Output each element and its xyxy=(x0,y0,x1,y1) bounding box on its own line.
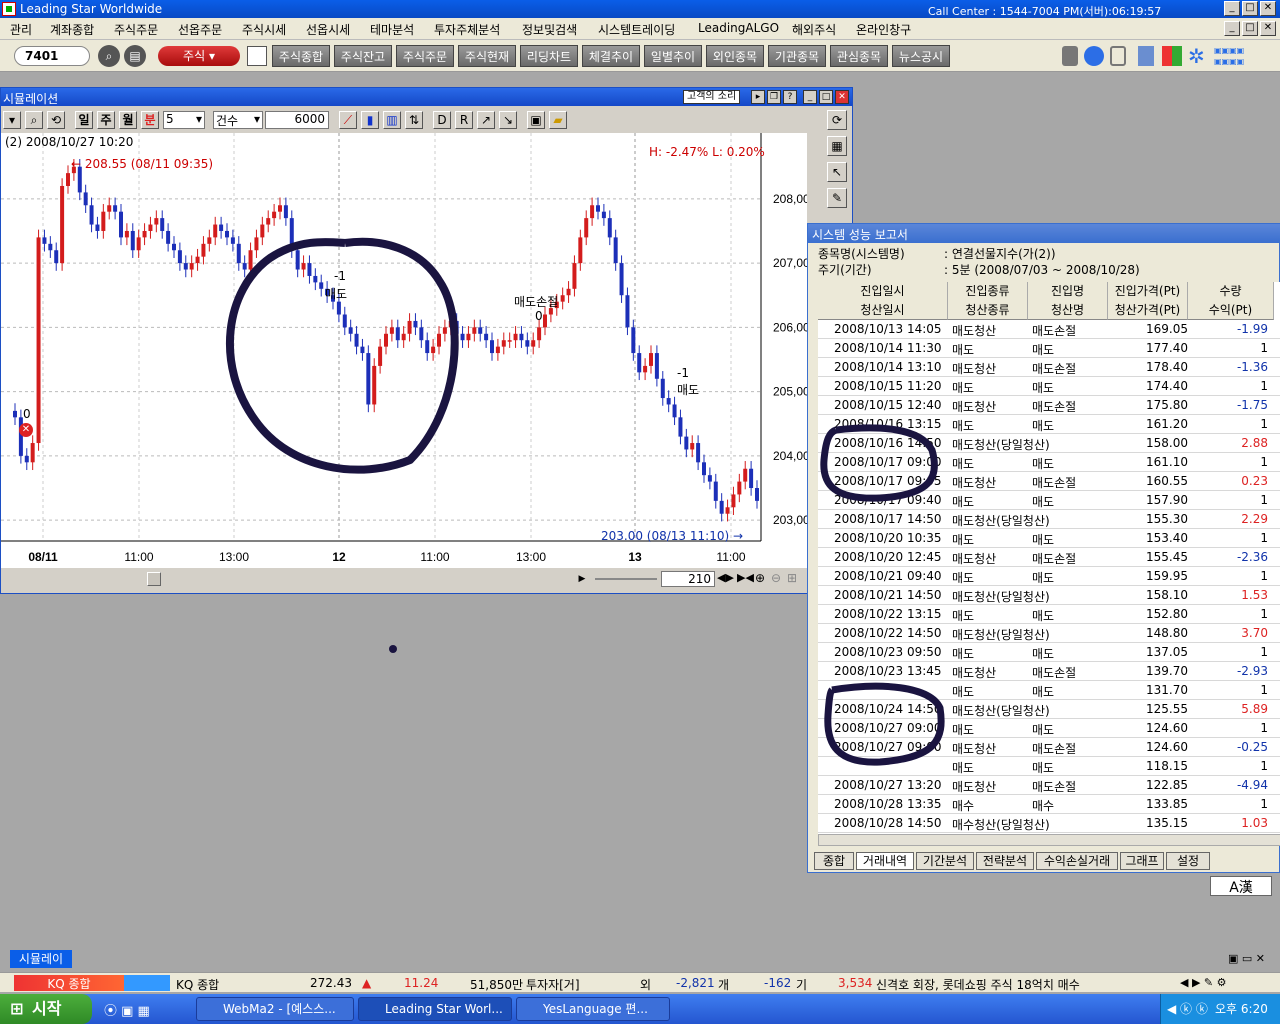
kq-change: 11.24 xyxy=(404,976,439,990)
kq-volume: 51,850만 xyxy=(470,978,524,992)
start-button[interactable]: ⊞ 시작 xyxy=(0,994,92,1024)
market-ticker: KQ 종합 KQ 종합 272.43 ▲ 11.24 51,850만 투자자[거… xyxy=(0,972,1280,992)
hand-drawn-circle xyxy=(226,237,459,474)
investor-label: 투자자[거] xyxy=(526,978,580,992)
foreign-value: -2,821 xyxy=(676,976,715,990)
taskbar: ⊞ 시작 ⦿ ▣ ▦ WebMa2 - [예스스... Leading Star … xyxy=(0,994,1280,1024)
tray-icons[interactable]: ◀ ⓚ ⓚ xyxy=(1167,994,1208,1024)
unit-label: 개 xyxy=(718,978,730,992)
system-tray: ◀ ⓚ ⓚ 오후 6:20 xyxy=(1160,994,1280,1024)
up-triangle-icon: ▲ xyxy=(362,976,372,990)
kq-name: KQ 종합 xyxy=(176,978,220,992)
annotation-layer xyxy=(226,237,945,766)
quick-launch-icons[interactable]: ⦿ ▣ ▦ xyxy=(104,1000,150,1019)
start-label: 시작 xyxy=(32,999,62,1018)
kq-value: 272.43 xyxy=(310,976,352,990)
kq-bar xyxy=(124,975,170,991)
sim-window-tab[interactable]: 시뮬레이 xyxy=(10,950,72,968)
clock: 오후 6:20 xyxy=(1215,1002,1268,1016)
task-label: WebMa2 - [예스스... xyxy=(223,1002,336,1016)
task-webma2[interactable]: WebMa2 - [예스스... xyxy=(196,997,354,1021)
hand-drawn-circle xyxy=(824,682,945,766)
windows-logo-icon: ⊞ xyxy=(10,999,24,1018)
ticker-controls-icon[interactable]: ◀ ▶ ✎ ⚙ xyxy=(1180,976,1227,989)
stray-dot xyxy=(389,645,397,653)
news-headline[interactable]: 신격호 회장, 롯데쇼핑 주식 18억치 매수 xyxy=(876,976,1080,993)
other-value: 3,534 xyxy=(838,976,873,990)
task-yeslanguage[interactable]: YesLanguage 편... xyxy=(516,997,670,1021)
hand-drawn-circle xyxy=(820,424,938,502)
foreign-label: 외 xyxy=(640,978,652,992)
kq-index-tab[interactable]: KQ 종합 xyxy=(14,975,124,991)
task-label: YesLanguage 편... xyxy=(543,1002,648,1016)
task-label: Leading Star Worl... xyxy=(385,1002,503,1016)
task-leading-star[interactable]: Leading Star Worl... xyxy=(358,997,512,1021)
inst-value: -162 xyxy=(764,976,792,990)
window-controls-icon[interactable]: ▣ ▭ ✕ xyxy=(1228,952,1265,965)
inst-label: 기 xyxy=(796,978,808,992)
